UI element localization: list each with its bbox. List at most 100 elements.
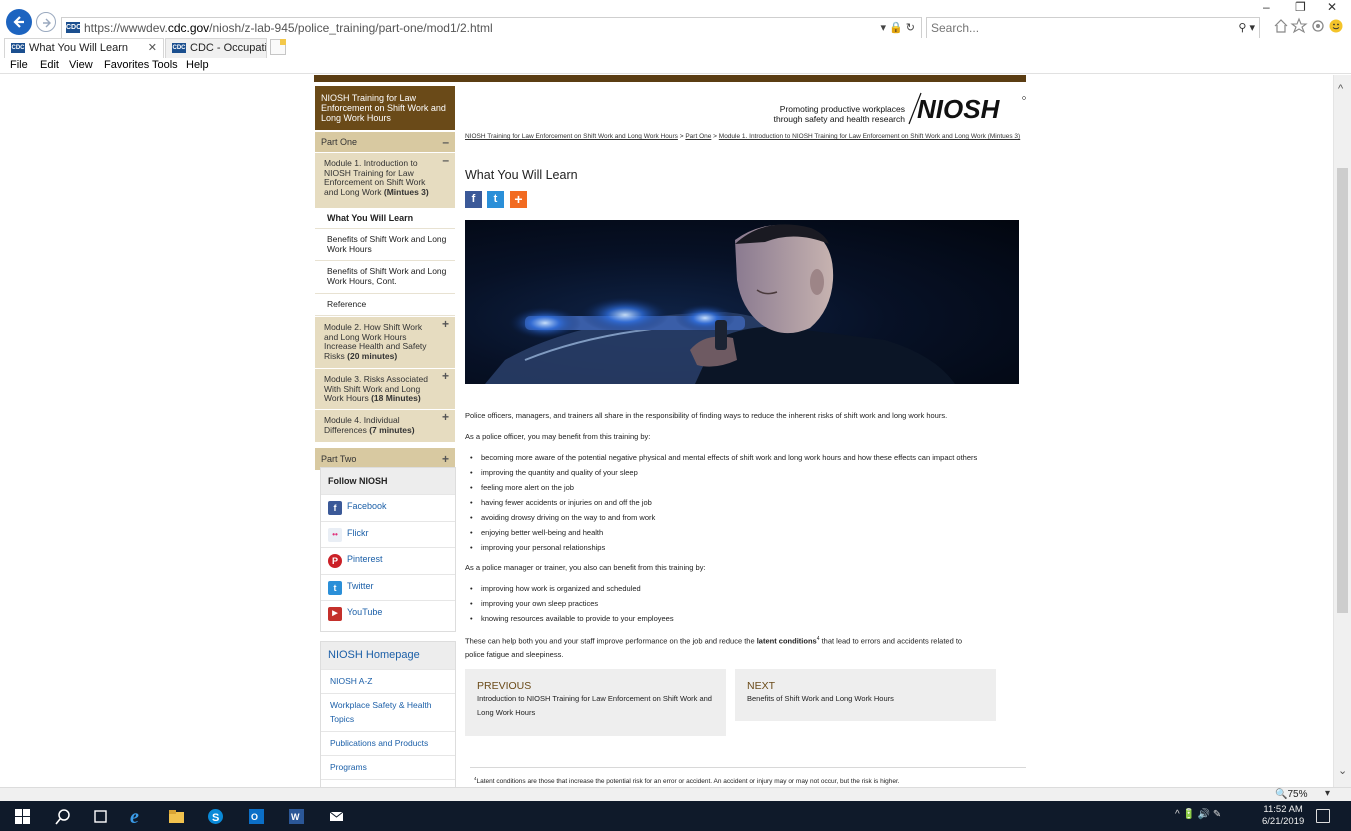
home-link-publications[interactable]: Publications and Products: [321, 731, 455, 755]
scroll-thumb[interactable]: [1337, 168, 1348, 613]
browser-toolbar-icons[interactable]: [1272, 17, 1347, 37]
sidebar-course-title[interactable]: NIOSH Training for Law Enforcement on Sh…: [315, 86, 455, 130]
minimize-icon[interactable]: –: [1263, 0, 1270, 14]
skype-icon[interactable]: S: [207, 808, 224, 825]
internet-explorer-icon[interactable]: e: [128, 806, 148, 826]
sidebar-item-benefits-cont[interactable]: Benefits of Shift Work and Long Work Hou…: [315, 261, 455, 294]
intro-paragraph: Police officers, managers, and trainers …: [465, 411, 948, 420]
close-icon[interactable]: ✕: [1327, 0, 1337, 14]
closing-paragraph-line-2: police fatigue and sleepiness.: [465, 650, 564, 659]
menu-bar: File Edit View Favorites Tools Help: [0, 58, 1351, 74]
scroll-down-icon[interactable]: ⌄: [1338, 764, 1347, 777]
youtube-icon: ▶: [328, 607, 342, 621]
url-field[interactable]: CDC https://wwwdev.cdc.gov/niosh/z-lab-9…: [61, 17, 922, 39]
new-tab-button[interactable]: [270, 39, 286, 55]
sidebar-module-3[interactable]: Module 3. Risks Associated With Shift Wo…: [315, 368, 455, 409]
menu-edit[interactable]: Edit: [40, 59, 59, 71]
url-actions-icon[interactable]: ▾ 🔒 ↻: [880, 21, 915, 34]
home-link-programs[interactable]: Programs: [321, 755, 455, 779]
sidebar-part-one[interactable]: Part One –: [315, 132, 455, 152]
twitter-icon: t: [328, 580, 342, 595]
home-favorites-settings-smiley-icon[interactable]: [1272, 17, 1347, 35]
officer-lead: As a police officer, you may benefit fro…: [465, 432, 651, 441]
manager-lead: As a police manager or trainer, you also…: [465, 563, 706, 572]
search-box[interactable]: ⚲ ▾: [926, 17, 1260, 39]
home-link-topics[interactable]: Workplace Safety & Health Topics: [321, 693, 455, 731]
zoom-dropdown-icon[interactable]: ▾: [1325, 788, 1330, 799]
clock-time: 11:52 AM: [1263, 804, 1303, 815]
latent-conditions-term: latent conditions: [756, 636, 817, 646]
tab-close-icon[interactable]: ✕: [148, 39, 157, 57]
officer-bullet: feeling more alert on the job: [470, 483, 574, 493]
youtube-link[interactable]: ▶ YouTube: [321, 600, 455, 627]
sidebar-item-benefits[interactable]: Benefits of Shift Work and Long Work Hou…: [315, 229, 455, 261]
zoom-level[interactable]: 🔍75%: [1275, 789, 1307, 800]
facebook-link[interactable]: f Facebook: [321, 494, 455, 521]
word-icon[interactable]: W: [288, 808, 305, 825]
task-view-icon[interactable]: [92, 808, 109, 825]
breadcrumb-module-1[interactable]: Module 1. Introduction to NIOSH Training…: [719, 133, 1020, 140]
menu-view[interactable]: View: [69, 59, 93, 71]
restore-icon[interactable]: ❐: [1295, 0, 1306, 14]
niosh-tagline: Promoting productive workplaces through …: [700, 104, 905, 124]
sidebar-module-2[interactable]: Module 2. How Shift Work and Long Work H…: [315, 316, 455, 368]
vertical-scrollbar[interactable]: ^ ⌄: [1333, 75, 1351, 787]
taskbar-clock[interactable]: 11:52 AM 6/21/2019: [1262, 804, 1304, 828]
manager-bullet: knowing resources available to provide t…: [470, 614, 674, 624]
previous-page-link[interactable]: PREVIOUS Introduction to NIOSH Training …: [465, 669, 726, 736]
expand-icon[interactable]: +: [442, 411, 449, 422]
pinterest-link[interactable]: P Pinterest: [321, 547, 455, 574]
back-button[interactable]: [6, 9, 32, 35]
share-twitter-icon[interactable]: t: [487, 191, 504, 208]
twitter-link[interactable]: t Twitter: [321, 573, 455, 601]
sidebar-item-reference[interactable]: Reference: [315, 294, 455, 316]
tab-what-you-will-learn[interactable]: CDC What You Will Learn ✕: [4, 38, 164, 58]
flickr-link[interactable]: •• Flickr: [321, 520, 455, 548]
tab-occupational-violence[interactable]: CDC CDC - Occupational Violence: ...: [165, 38, 267, 58]
officer-bullet-text: feeling more alert on the job: [481, 483, 574, 492]
search-icon[interactable]: ⚲ ▾: [1238, 21, 1255, 34]
notification-center-icon[interactable]: [1316, 809, 1330, 823]
mail-icon[interactable]: [328, 808, 345, 825]
collapse-icon[interactable]: –: [442, 132, 449, 152]
next-page-link[interactable]: NEXT Benefits of Shift Work and Long Wor…: [735, 669, 996, 721]
sidebar-item-what-you-will-learn[interactable]: What You Will Learn: [315, 208, 455, 229]
status-bar: 🔍75% ▾: [0, 787, 1351, 801]
niosh-logo-icon[interactable]: NIOSH: [907, 91, 1027, 125]
cdc-favicon-icon: CDC: [172, 43, 186, 53]
system-tray-icons[interactable]: ^ 🔋 🔊 ✎: [1175, 809, 1221, 820]
share-facebook-icon[interactable]: f: [465, 191, 482, 208]
url-text: https://wwwdev.cdc.gov/niosh/z-lab-945/p…: [84, 21, 493, 35]
expand-icon[interactable]: +: [442, 318, 449, 329]
sidebar-module-1[interactable]: Module 1. Introduction to NIOSH Training…: [315, 152, 455, 208]
home-link-contact[interactable]: Contact NIOSH: [321, 779, 455, 787]
menu-file[interactable]: File: [10, 59, 28, 71]
niosh-homepage-link[interactable]: NIOSH Homepage: [321, 642, 455, 669]
windows-start-icon[interactable]: [14, 808, 31, 825]
forward-button[interactable]: [36, 12, 56, 32]
manager-bullet: improving your own sleep practices: [470, 599, 598, 609]
module-2-time: (20 minutes): [347, 350, 398, 361]
sidebar-module-4[interactable]: Module 4. Individual Differences (7 minu…: [315, 409, 455, 442]
officer-bullet: avoiding drowsy driving on the way to an…: [470, 513, 655, 523]
closing-paragraph: These can help both you and your staff i…: [465, 636, 963, 646]
menu-favorites[interactable]: Favorites: [104, 59, 149, 71]
menu-help[interactable]: Help: [186, 59, 209, 71]
niosh-logo-text: NIOSH: [917, 94, 1001, 124]
manager-bullet-text: improving your own sleep practices: [481, 599, 599, 608]
taskbar-search-icon[interactable]: [55, 808, 72, 825]
outlook-icon[interactable]: O: [248, 808, 265, 825]
file-explorer-icon[interactable]: [168, 808, 185, 825]
officer-bullet-text: improving the quantity and quality of yo…: [481, 468, 638, 477]
breadcrumb-part-one[interactable]: Part One: [685, 133, 711, 140]
scroll-up-icon[interactable]: ^: [1338, 83, 1343, 95]
window-controls: – ❐ ✕: [1255, 0, 1345, 16]
share-more-icon[interactable]: +: [510, 191, 527, 208]
breadcrumb-course[interactable]: NIOSH Training for Law Enforcement on Sh…: [465, 133, 678, 140]
collapse-icon[interactable]: –: [442, 154, 449, 165]
search-input[interactable]: [931, 21, 1221, 35]
expand-icon[interactable]: +: [442, 370, 449, 381]
home-link-a-z[interactable]: NIOSH A-Z: [321, 669, 455, 693]
next-description: Benefits of Shift Work and Long Work Hou…: [747, 694, 894, 703]
menu-tools[interactable]: Tools: [152, 59, 178, 71]
